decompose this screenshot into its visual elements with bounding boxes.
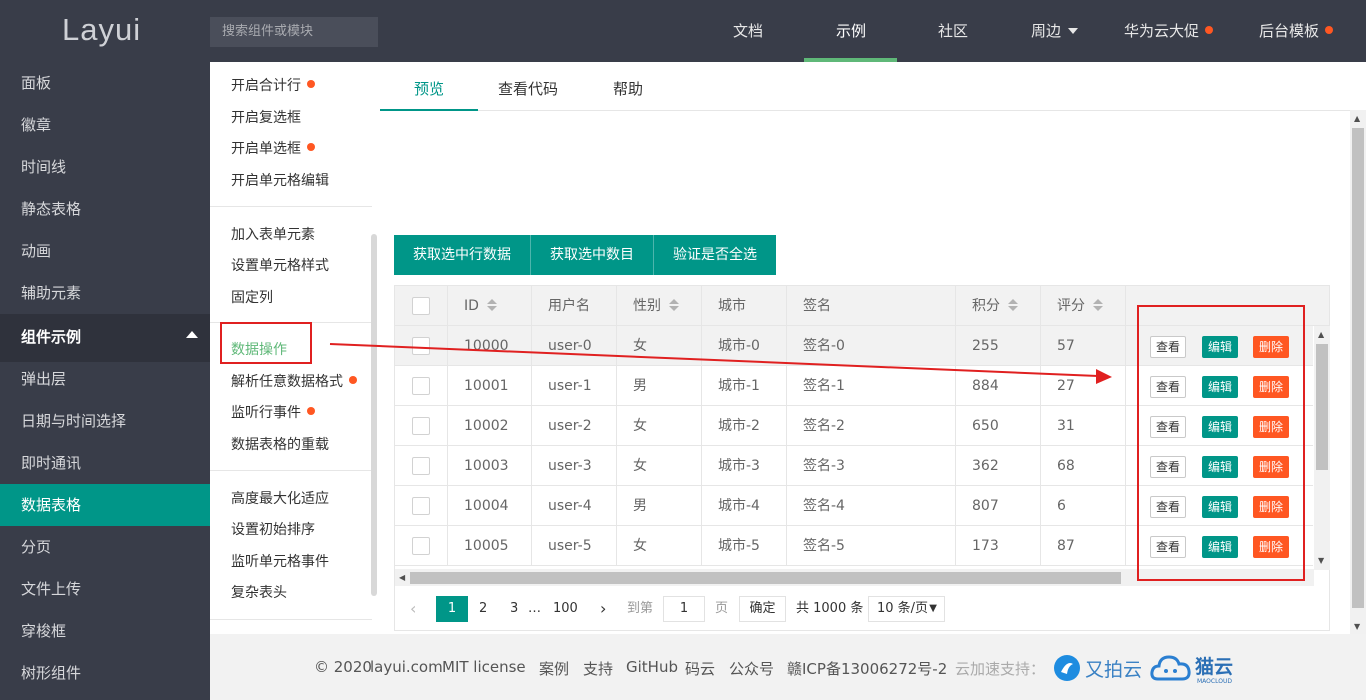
annotation-arrow [329,343,1112,384]
